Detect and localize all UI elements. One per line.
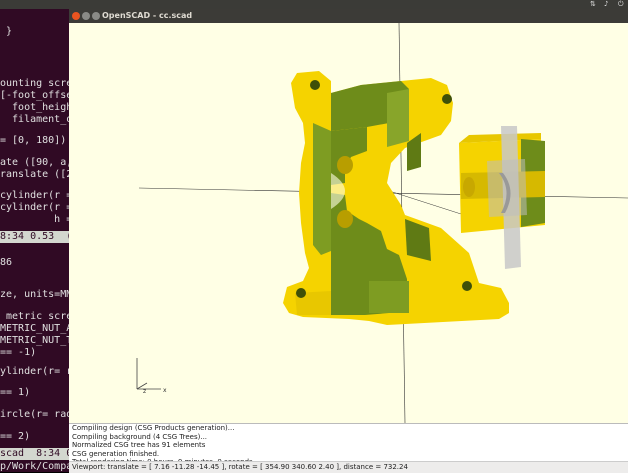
terminal-line: ze, units=MM, xyxy=(0,289,79,300)
terminal-line: foot_height xyxy=(0,102,79,113)
terminal-line: h = xyxy=(0,214,73,225)
viewport-status-bar: Viewport: translate = [ 7.16 -11.28 -14.… xyxy=(69,461,628,473)
terminal-line: ylinder(r= ra xyxy=(0,366,79,377)
terminal-line: METRIC_NUT_TH xyxy=(0,335,79,346)
z-axis-label: z xyxy=(143,388,146,395)
console-line: Compiling design (CSG Products generatio… xyxy=(72,424,235,432)
terminal-line: = [0, 180]) xyxy=(0,135,67,146)
console-line: CSG generation finished. xyxy=(72,449,160,458)
terminal-line: ate ([90, a, xyxy=(0,157,73,168)
close-button[interactable] xyxy=(72,12,80,20)
maximize-button[interactable] xyxy=(92,12,100,20)
terminal-line: == 2) xyxy=(0,431,31,442)
axis-indicator: x z xyxy=(136,358,167,395)
terminal-line: } xyxy=(0,26,13,37)
window-title: OpenSCAD - cc.scad xyxy=(102,11,193,20)
terminal-line: METRIC_NUT_AC xyxy=(0,323,79,334)
terminal-line: ranslate ([25 xyxy=(0,169,79,180)
minimize-button[interactable] xyxy=(82,12,90,20)
3d-viewport[interactable]: x z xyxy=(69,23,628,423)
terminal-line: ounting screw xyxy=(0,78,79,89)
volume-icon[interactable]: ♪ xyxy=(604,1,608,8)
terminal-status-text: 8:34 0.53 (C xyxy=(0,231,79,242)
x-axis-label: x xyxy=(163,387,167,394)
terminal-line: metric screw xyxy=(0,311,79,322)
window-titlebar[interactable]: OpenSCAD - cc.scad xyxy=(69,9,628,23)
viewport-canvas: x z xyxy=(136,23,628,423)
terminal-status-bar-2: scad 8:34 0. xyxy=(0,448,78,460)
terminal-status-text-2: scad 8:34 0. xyxy=(0,448,79,459)
terminal-line: ircle(r= radi xyxy=(0,409,79,420)
console-line: Normalized CSG tree has 91 elements xyxy=(72,441,206,449)
power-icon[interactable]: ⏻ xyxy=(618,1,624,8)
desktop-top-bar: ⇅ ♪ ⏻ xyxy=(0,0,628,9)
terminal-line: cylinder(r = xyxy=(0,202,73,213)
idler-part xyxy=(459,126,545,269)
terminal-line: == 1) xyxy=(0,387,31,398)
terminal-status-bar: 8:34 0.53 (C xyxy=(0,231,78,243)
terminal-line: [-foot_offse xyxy=(0,90,73,101)
console-line: Compiling background (4 CSG Trees)... xyxy=(72,432,208,441)
terminal-line: cylinder(r = xyxy=(0,190,73,201)
terminal-line: filament_of xyxy=(0,114,79,125)
network-icon[interactable]: ⇅ xyxy=(590,1,596,8)
terminal-line: == -1) xyxy=(0,347,37,358)
terminal-line: 86 xyxy=(0,257,13,268)
openscad-window[interactable]: OpenSCAD - cc.scad x z Compiling design … xyxy=(69,9,628,473)
console-panel[interactable]: Compiling design (CSG Products generatio… xyxy=(69,423,628,462)
